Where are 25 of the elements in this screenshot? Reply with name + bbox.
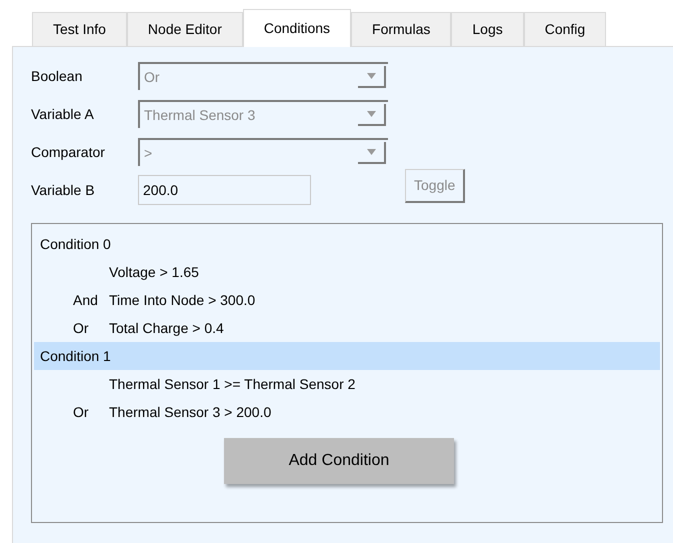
operator-label: And [73, 292, 98, 308]
tab[interactable]: Formulas [351, 12, 452, 46]
tab[interactable]: Conditions [242, 9, 352, 47]
dropdown-arrow-icon [366, 149, 376, 155]
clause-item: Voltage > 1.65 [109, 262, 199, 282]
field-label: Variable A [31, 104, 95, 124]
tab[interactable]: Config [524, 12, 606, 46]
add-condition-button[interactable]: Add Condition [224, 438, 454, 484]
dropdown-arrow-icon [366, 111, 376, 117]
clause-item: Total Charge > 0.4 [109, 318, 224, 338]
field-label: Variable B [31, 180, 96, 200]
clause-item: Time Into Node > 300.0 [109, 290, 256, 310]
clause-item: Thermal Sensor 3 > 200.0 [109, 402, 272, 422]
input-field[interactable]: 200.0 [138, 175, 311, 205]
clause-item: Thermal Sensor 1 >= Thermal Sensor 2 [109, 374, 356, 394]
dropdown-arrow-icon [366, 73, 376, 79]
field-label: Comparator [31, 142, 106, 162]
tab[interactable]: Logs [451, 12, 524, 46]
field-label: Boolean [31, 66, 84, 86]
tab[interactable]: Node Editor [126, 12, 243, 46]
operator-label: Or [73, 404, 89, 420]
condition-item[interactable]: Condition 1 [34, 342, 660, 370]
condition-item[interactable]: Condition 0 [34, 230, 660, 258]
operator-label: Or [73, 320, 89, 336]
tab[interactable]: Test Info [32, 12, 127, 46]
